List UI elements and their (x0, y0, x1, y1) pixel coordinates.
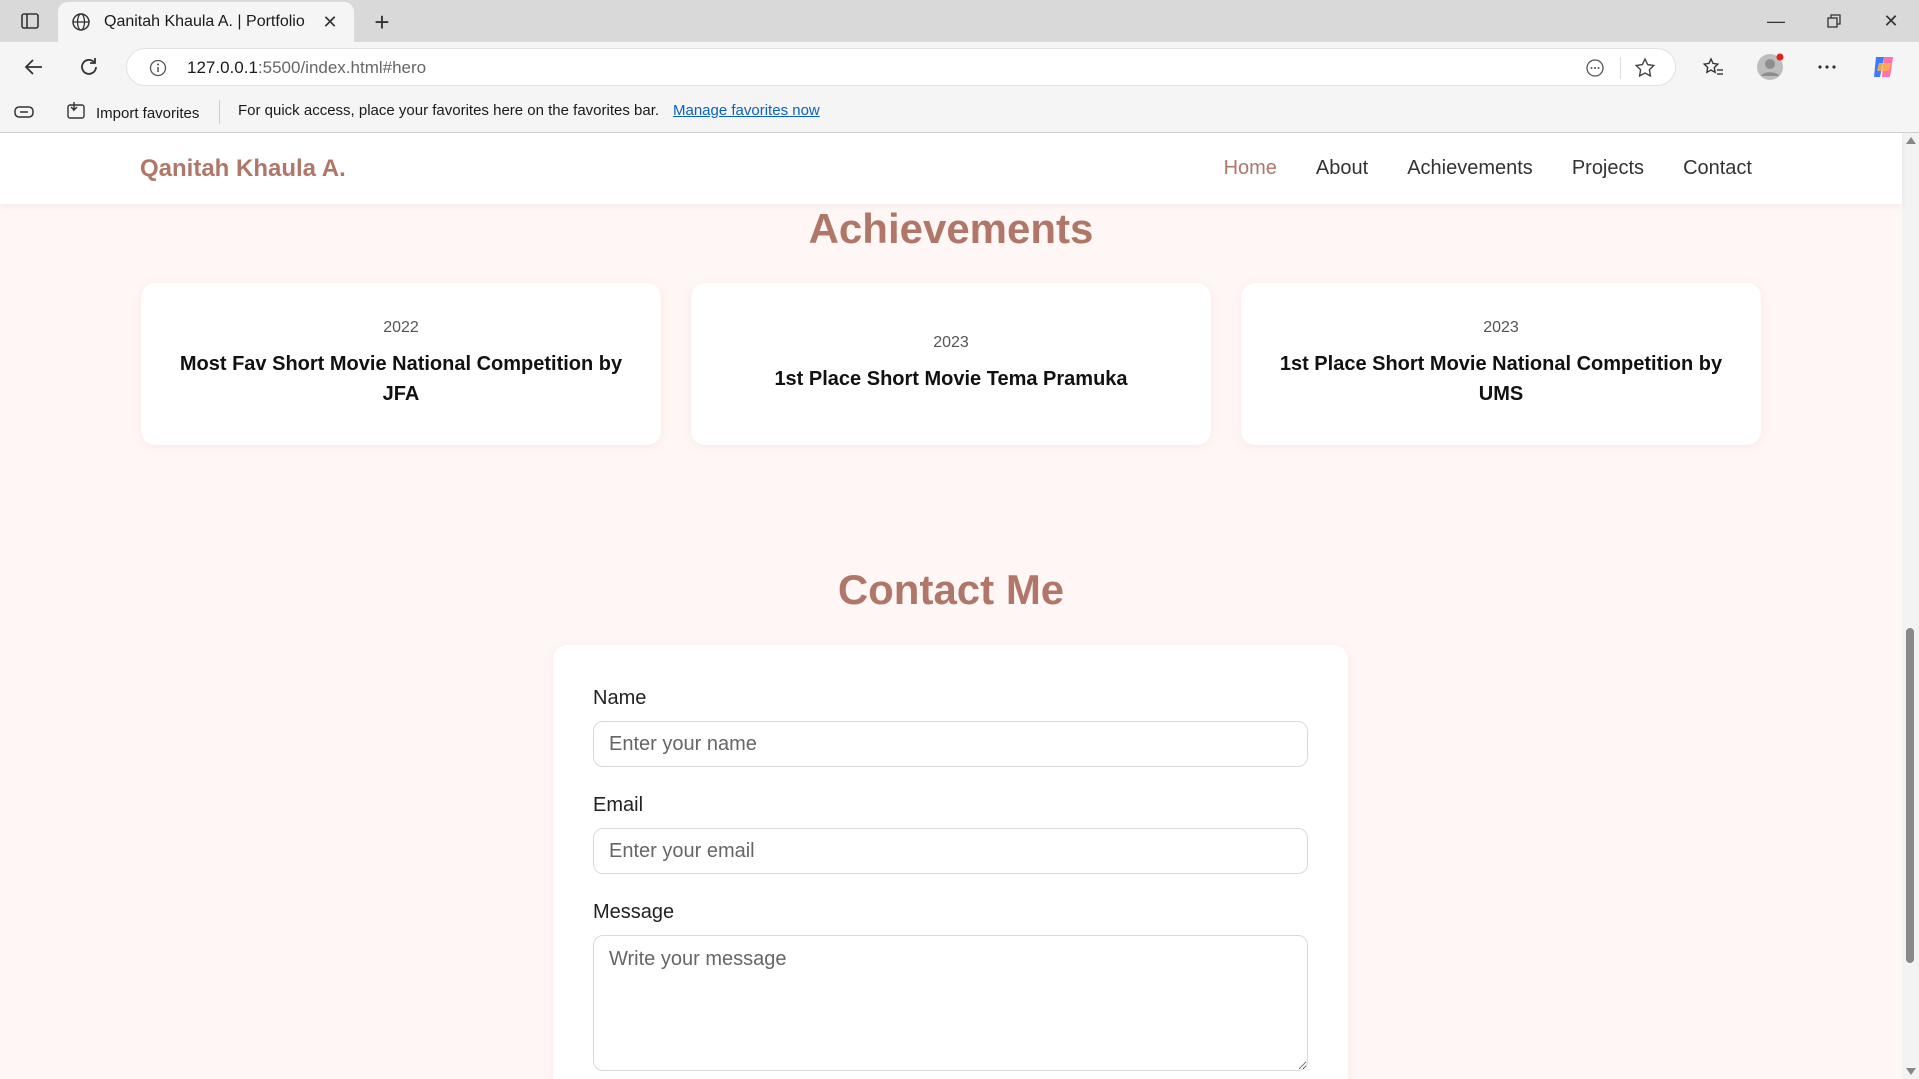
achievement-card: 2023 1st Place Short Movie Tema Pramuka (691, 283, 1211, 445)
copilot-icon[interactable] (1868, 51, 1900, 83)
favorites-message: For quick access, place your favorites h… (238, 102, 660, 119)
address-bar[interactable]: 127.0.0.1:5500/index.html#hero (126, 48, 1676, 86)
scroll-down-arrow-icon[interactable] (1906, 1068, 1916, 1075)
scroll-up-arrow-icon[interactable] (1906, 137, 1916, 144)
back-icon[interactable] (18, 51, 50, 83)
achievements-title: Achievements (808, 205, 1094, 252)
globe-icon (70, 11, 92, 33)
more-menu-icon[interactable] (1811, 51, 1843, 83)
close-tab-icon[interactable]: ✕ (318, 10, 342, 34)
scrollbar-thumb[interactable] (1906, 628, 1914, 963)
nav-about[interactable]: About (1316, 157, 1368, 180)
site-header: Qanitah Khaula A. Home About Achievement… (0, 133, 1902, 204)
new-tab-icon[interactable]: + (368, 7, 396, 37)
achievement-year: 2023 (1483, 319, 1519, 336)
import-icon (66, 101, 88, 125)
email-input[interactable] (593, 828, 1308, 874)
url-host: 127.0.0.1 (187, 58, 258, 77)
message-label: Message (593, 901, 675, 923)
name-input[interactable] (593, 721, 1308, 767)
favorite-star-icon[interactable] (1633, 56, 1657, 80)
favorites-icon[interactable] (1697, 51, 1729, 83)
minimize-icon[interactable]: — (1748, 0, 1804, 42)
contact-title: Contact Me (837, 566, 1065, 613)
nav-achievements[interactable]: Achievements (1407, 157, 1533, 180)
reading-view-icon[interactable] (1583, 56, 1607, 80)
site-logo[interactable]: Qanitah Khaula A. (140, 155, 346, 183)
achievements-list: 2022 Most Fav Short Movie National Compe… (141, 283, 1761, 445)
address-divider (1620, 57, 1621, 79)
import-favorites-label: Import favorites (96, 104, 200, 122)
achievement-title: Most Fav Short Movie National Competitio… (179, 353, 623, 405)
email-label: Email (593, 794, 644, 816)
achievement-year: 2022 (383, 319, 419, 336)
page-scrollbar[interactable] (1902, 133, 1919, 1079)
site-nav: Home About Achievements Projects Contact (1224, 157, 1752, 180)
import-favorites-button[interactable]: Import favorites (66, 101, 199, 125)
achievement-title: 1st Place Short Movie Tema Pramuka (774, 368, 1128, 390)
nav-home[interactable]: Home (1224, 157, 1277, 180)
browser-tab[interactable]: Qanitah Khaula A. | Portfolio ✕ (58, 2, 354, 42)
achievement-title: 1st Place Short Movie National Competiti… (1279, 353, 1723, 405)
name-label: Name (593, 687, 647, 709)
browser-tab-bar: Qanitah Khaula A. | Portfolio ✕ + — ✕ (0, 0, 1919, 42)
url-text: 127.0.0.1:5500/index.html#hero (187, 58, 426, 78)
message-textarea[interactable] (593, 935, 1308, 1071)
favorites-bar: Import favorites For quick access, place… (0, 92, 1919, 133)
close-window-icon[interactable]: ✕ (1863, 0, 1919, 42)
manage-favorites-link[interactable]: Manage favorites now (673, 102, 820, 119)
collections-icon[interactable] (14, 102, 34, 122)
achievement-card: 2023 1st Place Short Movie National Comp… (1241, 283, 1761, 445)
achievement-year: 2023 (933, 334, 969, 351)
page-viewport: Qanitah Khaula A. Home About Achievement… (0, 133, 1919, 1079)
nav-contact[interactable]: Contact (1683, 157, 1752, 180)
restore-icon[interactable] (1806, 0, 1862, 42)
nav-projects[interactable]: Projects (1572, 157, 1644, 180)
sidebar-toggle-icon[interactable] (18, 9, 42, 33)
profile-avatar-icon[interactable] (1754, 51, 1786, 83)
reload-icon[interactable] (73, 51, 105, 83)
site-info-icon[interactable] (147, 57, 169, 79)
tab-title: Qanitah Khaula A. | Portfolio (104, 13, 305, 30)
url-path: :5500/index.html#hero (257, 58, 427, 77)
achievement-card: 2022 Most Fav Short Movie National Compe… (141, 283, 661, 445)
favorites-divider (219, 100, 220, 124)
browser-toolbar: 127.0.0.1:5500/index.html#hero (0, 42, 1919, 92)
contact-form: Name Email Message (553, 645, 1348, 1079)
